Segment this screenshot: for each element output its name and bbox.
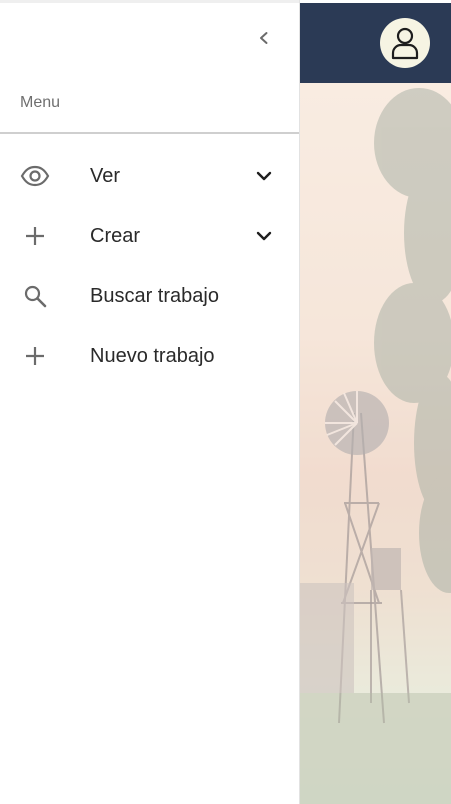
drawer-top-edge: [0, 0, 299, 3]
navigation-drawer: Menu Ver Crear Buscar trabajo Nuevo trab…: [0, 0, 300, 804]
app-page: Menu Ver Crear Buscar trabajo Nuevo trab…: [0, 0, 451, 804]
collapse-drawer-button[interactable]: [250, 24, 278, 52]
chevron-down-icon: [252, 224, 276, 248]
eye-icon: [20, 161, 50, 191]
nav-item-crear[interactable]: Crear: [0, 206, 299, 266]
background-landscape-image: [299, 83, 451, 804]
nav-item-buscar-trabajo[interactable]: Buscar trabajo: [0, 266, 299, 326]
plus-icon: [20, 221, 50, 251]
chevron-left-icon: [260, 32, 268, 44]
menu-divider: [0, 132, 299, 134]
nav-item-label: Buscar trabajo: [90, 284, 219, 307]
chevron-down-icon: [252, 164, 276, 188]
nav-item-label: Crear: [90, 224, 141, 247]
user-avatar-button[interactable]: [380, 18, 430, 68]
plus-icon: [20, 341, 50, 371]
user-icon: [391, 27, 419, 60]
nav-item-ver[interactable]: Ver: [0, 146, 299, 206]
menu-section-label: Menu: [20, 94, 61, 111]
nav-item-label: Nuevo trabajo: [90, 344, 215, 367]
nav-item-nuevo-trabajo[interactable]: Nuevo trabajo: [0, 326, 299, 386]
nav-item-label: Ver: [90, 164, 121, 187]
search-icon: [20, 281, 50, 311]
